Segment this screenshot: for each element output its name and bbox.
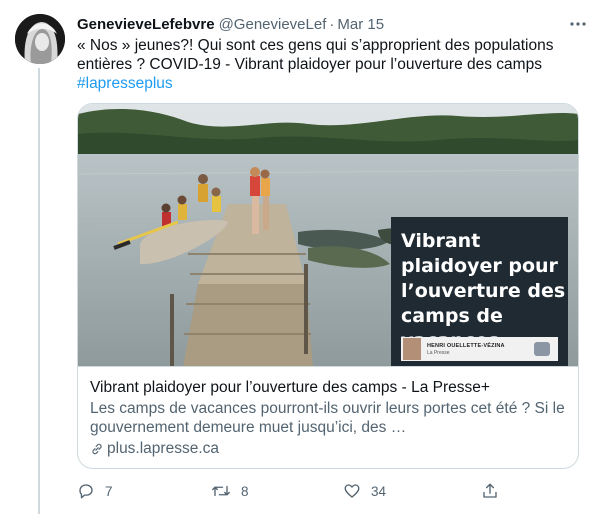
heart-icon	[344, 484, 360, 498]
separator-dot: ·	[329, 15, 335, 33]
card-image[interactable]: Vibrant plaidoyer pour l’ouverture des c…	[78, 104, 578, 367]
thread-line	[38, 68, 40, 514]
retweet-count: 8	[241, 483, 249, 499]
tweet-text: « Nos » jeunes?! Qui sont ces gens qui s…	[77, 36, 577, 93]
user-handle[interactable]: @GenevieveLef	[219, 16, 327, 33]
tweet[interactable]: GenevieveLefebvre @GenevieveLef · Mar 15…	[0, 0, 602, 514]
reply-button[interactable]: 7	[77, 480, 113, 502]
card-domain[interactable]: plus.lapresse.ca	[90, 439, 570, 459]
tweet-text-body: « Nos » jeunes?! Qui sont ces gens qui s…	[77, 37, 554, 73]
retweet-icon	[212, 485, 230, 497]
tweet-header: GenevieveLefebvre @GenevieveLef · Mar 15	[77, 14, 589, 34]
image-overlay-panel: Vibrant plaidoyer pour l’ouverture des c…	[391, 217, 568, 366]
publisher-logo-icon	[534, 342, 550, 356]
link-card[interactable]: Vibrant plaidoyer pour l’ouverture des c…	[77, 103, 579, 469]
image-overlay-title: Vibrant plaidoyer pour l’ouverture des c…	[401, 230, 566, 352]
display-name[interactable]: GenevieveLefebvre	[77, 16, 215, 33]
share-button[interactable]	[481, 480, 499, 502]
like-button[interactable]: 34	[343, 480, 386, 502]
avatar[interactable]	[15, 14, 65, 64]
share-icon	[483, 483, 497, 498]
author-strip: HENRI OUELLETTE-VÉZINA La Presse	[401, 337, 558, 361]
link-icon	[92, 443, 102, 455]
card-description: Les camps de vacances pourront-ils ouvri…	[90, 400, 565, 436]
more-horizontal-icon	[570, 22, 586, 26]
card-title[interactable]: Vibrant plaidoyer pour l’ouverture des c…	[90, 378, 570, 398]
tweet-date[interactable]: Mar 15	[337, 16, 384, 33]
retweet-button[interactable]: 8	[211, 480, 249, 502]
author-name: HENRI OUELLETTE-VÉZINA	[427, 342, 505, 349]
tweet-actions: 7 8 34	[77, 480, 517, 502]
more-options-button[interactable]	[568, 14, 588, 34]
card-info[interactable]: Vibrant plaidoyer pour l’ouverture des c…	[90, 378, 570, 459]
hashtag-link[interactable]: #lapresseplus	[77, 75, 173, 92]
reply-icon	[79, 484, 93, 499]
like-count: 34	[371, 483, 387, 499]
avatar-image	[15, 14, 65, 64]
author-publication: La Presse	[427, 349, 450, 356]
card-domain-text[interactable]: plus.lapresse.ca	[107, 439, 219, 459]
reply-count: 7	[105, 483, 113, 499]
author-photo	[403, 338, 421, 360]
